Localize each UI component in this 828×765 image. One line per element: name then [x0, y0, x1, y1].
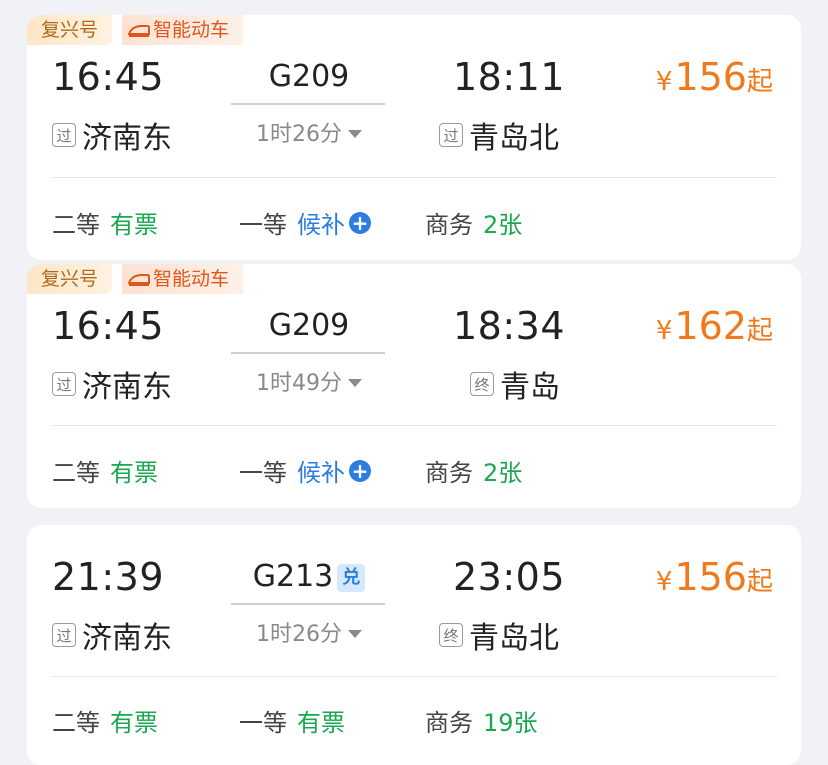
pass-badge: 过 — [52, 123, 76, 147]
yen-symbol: ¥ — [655, 567, 673, 597]
arrival-station-name: 青岛 — [500, 370, 560, 405]
smart-emu-label: 智能动车 — [153, 268, 230, 290]
train-card[interactable]: 复兴号 智能动车 16:45 G209 18:11 ¥156起 过 济南东 1时… — [27, 15, 801, 260]
ticket-price: ¥156起 — [656, 55, 773, 99]
departure-time: 16:45 — [52, 304, 165, 348]
train-tags: 复兴号 智能动车 — [27, 264, 253, 294]
duration-toggle[interactable]: 1时26分 — [233, 616, 385, 648]
ticket-price: ¥156起 — [656, 555, 773, 599]
arrival-time: 18:11 — [452, 55, 565, 99]
chevron-down-icon — [348, 630, 362, 638]
seat-class-label: 一等 — [239, 459, 287, 487]
divider — [52, 425, 777, 426]
seat-first-class: 一等 有票 — [239, 703, 345, 738]
smart-emu-tag: 智能动车 — [122, 264, 244, 294]
seat-business-class: 商务 19张 — [425, 703, 538, 738]
departure-station-name: 济南东 — [82, 121, 172, 156]
divider — [52, 177, 777, 178]
duration-toggle[interactable]: 1时26分 — [233, 116, 385, 148]
fuxing-tag: 复兴号 — [27, 15, 113, 45]
smart-emu-label: 智能动车 — [153, 19, 230, 41]
seat-class-label: 一等 — [239, 211, 287, 239]
chevron-down-icon — [348, 379, 362, 387]
arrival-time: 23:05 — [452, 555, 565, 599]
price-suffix: 起 — [746, 567, 773, 597]
terminal-badge: 终 — [439, 623, 463, 647]
arrival-station-name: 青岛北 — [469, 121, 559, 156]
departure-time: 21:39 — [52, 555, 165, 599]
arrival-station-name: 青岛北 — [469, 621, 559, 656]
train-line — [231, 603, 385, 605]
seat-status: 19张 — [483, 709, 538, 737]
arrival-station: 终 青岛 — [470, 362, 560, 406]
seat-business-class: 商务 2张 — [425, 453, 522, 488]
departure-station: 过 济南东 — [52, 362, 172, 406]
seat-first-class[interactable]: 一等 候补 + — [239, 453, 371, 488]
duration-toggle[interactable]: 1时49分 — [233, 365, 385, 397]
departure-station-name: 济南东 — [82, 621, 172, 656]
plus-icon[interactable]: + — [349, 211, 371, 234]
train-number[interactable]: G209 — [233, 59, 385, 94]
arrival-station: 过 青岛北 — [439, 113, 559, 157]
divider — [52, 676, 777, 677]
price-value: 162 — [674, 304, 747, 348]
seat-status: 有票 — [110, 709, 158, 737]
chevron-down-icon — [348, 130, 362, 138]
train-number[interactable]: G209 — [233, 308, 385, 343]
seat-class-label: 商务 — [425, 709, 473, 737]
seat-second-class: 二等 有票 — [52, 703, 158, 738]
train-card[interactable]: 复兴号 智能动车 16:45 G209 18:34 ¥162起 过 济南东 1时… — [27, 264, 801, 508]
ticket-price: ¥162起 — [656, 304, 773, 348]
arrival-time: 18:34 — [452, 304, 565, 348]
yen-symbol: ¥ — [655, 316, 673, 346]
train-tags: 复兴号 智能动车 — [27, 15, 253, 45]
price-suffix: 起 — [746, 316, 773, 346]
price-value: 156 — [674, 55, 747, 99]
train-icon — [128, 274, 151, 286]
seat-business-class: 商务 2张 — [425, 205, 522, 240]
seat-class-label: 二等 — [52, 709, 100, 737]
seat-status: 有票 — [297, 709, 345, 737]
seat-status[interactable]: 候补 — [297, 205, 345, 240]
seat-class-label: 商务 — [425, 211, 473, 239]
train-card[interactable]: 21:39 G213 兑 23:05 ¥156起 过 济南东 1时26分 终 青岛… — [27, 525, 801, 765]
price-suffix: 起 — [746, 67, 773, 97]
fuxing-tag: 复兴号 — [27, 264, 113, 294]
seat-status[interactable]: 候补 — [297, 453, 345, 488]
seat-class-label: 一等 — [239, 709, 287, 737]
arrival-station: 终 青岛北 — [439, 613, 559, 657]
duration-text: 1时26分 — [256, 122, 342, 147]
train-number[interactable]: G213 兑 — [233, 559, 385, 594]
seat-status: 有票 — [110, 211, 158, 239]
seat-status: 有票 — [110, 459, 158, 487]
departure-time: 16:45 — [52, 55, 165, 99]
pass-badge: 过 — [439, 123, 463, 147]
departure-station: 过 济南东 — [52, 613, 172, 657]
duration-text: 1时26分 — [256, 622, 342, 647]
seat-class-label: 商务 — [425, 459, 473, 487]
train-number-text: G213 — [252, 559, 334, 594]
duration-text: 1时49分 — [256, 371, 342, 396]
train-line — [231, 103, 385, 105]
seat-class-label: 二等 — [52, 459, 100, 487]
seat-second-class: 二等 有票 — [52, 453, 158, 488]
departure-station-name: 济南东 — [82, 370, 172, 405]
yen-symbol: ¥ — [655, 67, 673, 97]
plus-icon[interactable]: + — [349, 459, 371, 482]
price-value: 156 — [674, 555, 747, 599]
redeem-badge: 兑 — [337, 564, 366, 592]
seat-second-class: 二等 有票 — [52, 205, 158, 240]
pass-badge: 过 — [52, 372, 76, 396]
train-icon — [128, 25, 151, 37]
terminal-badge: 终 — [470, 372, 494, 396]
seat-status: 2张 — [483, 211, 523, 239]
smart-emu-tag: 智能动车 — [122, 15, 244, 45]
seat-first-class[interactable]: 一等 候补 + — [239, 205, 371, 240]
pass-badge: 过 — [52, 623, 76, 647]
departure-station: 过 济南东 — [52, 113, 172, 157]
seat-status: 2张 — [483, 459, 523, 487]
seat-class-label: 二等 — [52, 211, 100, 239]
train-line — [231, 352, 385, 354]
